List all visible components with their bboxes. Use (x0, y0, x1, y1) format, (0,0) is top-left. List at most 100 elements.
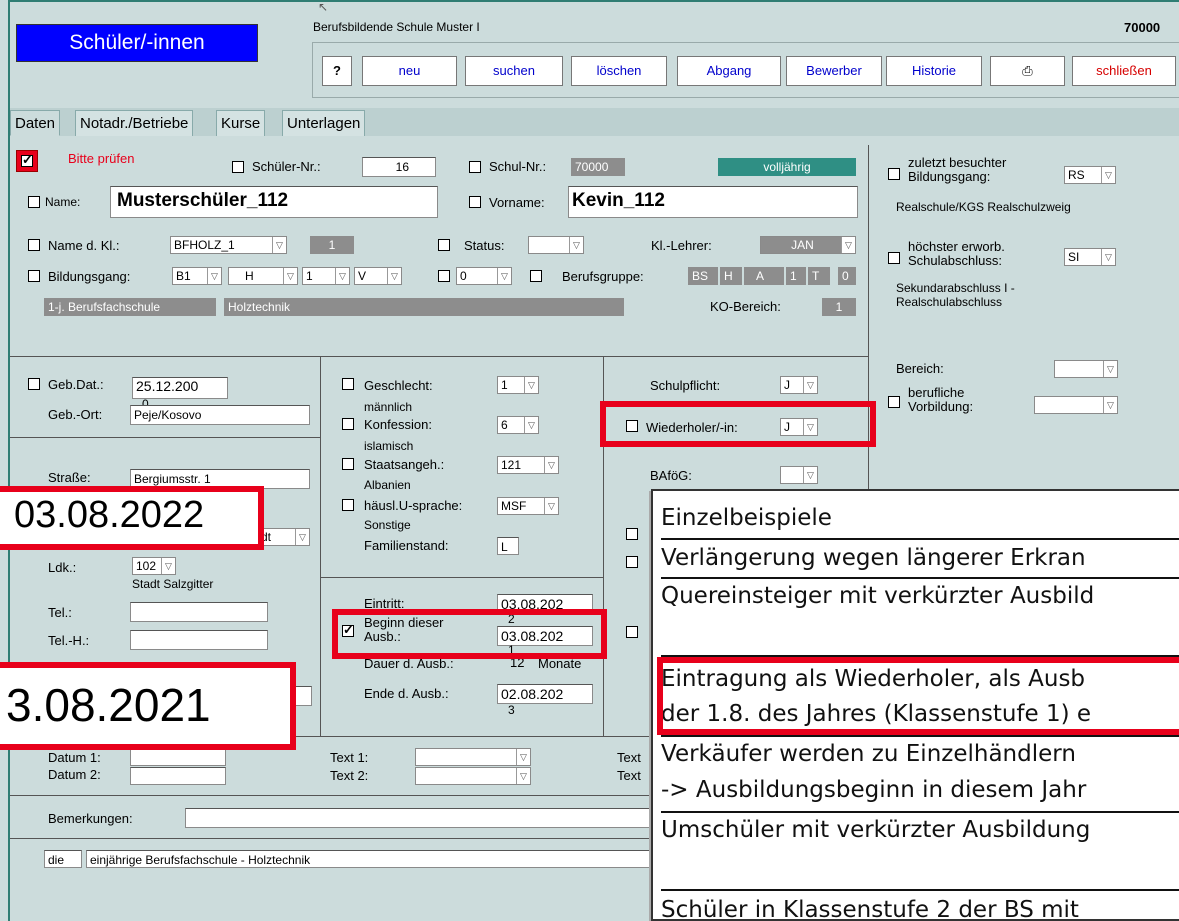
chevron-down-icon: ▽ (335, 268, 349, 284)
history-button[interactable]: Historie (886, 56, 982, 86)
gender-desc: männlich (364, 400, 413, 414)
nation-select[interactable]: 121 ▽ (497, 456, 559, 474)
tab-daten[interactable]: Daten (10, 110, 61, 136)
course-part-1[interactable]: B1 ▽ (172, 267, 222, 285)
course-part-3[interactable]: 1 ▽ (302, 267, 350, 285)
help-button[interactable]: ? (322, 56, 352, 86)
status-checkbox[interactable] (438, 239, 450, 251)
chevron-down-icon: ▽ (295, 529, 309, 545)
highlight-popup-row (657, 657, 1179, 735)
zero-value: 0 (460, 269, 467, 283)
student-nr-field[interactable]: 16 (362, 157, 436, 177)
popup-row: Umschüler mit verkürzter Ausbildung (661, 817, 1091, 843)
telh-field[interactable] (130, 630, 268, 650)
firstname-field[interactable]: Kevin_112 (568, 186, 858, 218)
ldk-select[interactable]: 102 ▽ (132, 557, 176, 575)
highest-checkbox[interactable] (888, 252, 900, 264)
text2-select[interactable]: ▽ (415, 767, 531, 785)
text1-select[interactable]: ▽ (415, 748, 531, 766)
popup-row: Einzelbeispiele (661, 505, 832, 531)
prior-select[interactable]: ▽ (1034, 396, 1118, 414)
student-nr-checkbox[interactable] (232, 161, 244, 173)
name-checkbox[interactable] (28, 196, 40, 208)
school-nr-checkbox[interactable] (469, 161, 481, 173)
class-select[interactable]: BFHOLZ_1 ▽ (170, 236, 287, 254)
bafoeg-select[interactable]: ▽ (780, 466, 818, 484)
datum2-field[interactable] (130, 767, 226, 785)
end-field[interactable]: 02.08.202 (497, 684, 593, 704)
school-nr-field: 70000 (571, 158, 625, 176)
last-course-select[interactable]: RS ▽ (1064, 166, 1116, 184)
teacher-select[interactable]: JAN ▽ (760, 236, 856, 254)
school-name: Berufsbildende Schule Muster I (313, 20, 480, 34)
tab-notadr[interactable]: Notadr./Betriebe (75, 110, 194, 136)
course-part-4[interactable]: V ▽ (354, 267, 402, 285)
religion-select[interactable]: 6 ▽ (497, 416, 539, 434)
course-part-2[interactable]: H ▽ (228, 267, 298, 285)
datum1-field[interactable] (130, 748, 226, 766)
divider (661, 735, 1179, 737)
schoolduty-select[interactable]: J ▽ (780, 376, 818, 394)
divider (320, 577, 603, 578)
language-checkbox[interactable] (342, 499, 354, 511)
tel-field[interactable] (130, 602, 268, 622)
prior-checkbox[interactable] (888, 396, 900, 408)
family-field[interactable]: L (497, 537, 519, 555)
delete-button[interactable]: löschen (571, 56, 667, 86)
zero-checkbox[interactable] (438, 270, 450, 282)
divider (661, 889, 1179, 891)
gender-value: 1 (501, 378, 508, 392)
birthplace-field[interactable]: Peje/Kosovo (130, 405, 310, 425)
zero-select[interactable]: 0 ▽ (456, 267, 512, 285)
tel-label: Tel.: (48, 605, 72, 620)
teacher-label: Kl.-Lehrer: (651, 238, 712, 253)
status-select[interactable]: ▽ (528, 236, 584, 254)
gender-checkbox[interactable] (342, 378, 354, 390)
tab-unterlagen[interactable]: Unterlagen (282, 110, 366, 136)
last-course-value: RS (1068, 168, 1085, 182)
close-button[interactable]: schließen (1072, 56, 1176, 86)
end-label: Ende d. Ausb.: (364, 686, 449, 701)
chevron-down-icon: ▽ (387, 268, 401, 284)
religion-label: Konfession: (364, 417, 432, 432)
religion-value: 6 (501, 418, 508, 432)
article-field[interactable]: die (44, 850, 82, 868)
course-checkbox[interactable] (28, 270, 40, 282)
gender-select[interactable]: 1 ▽ (497, 376, 539, 394)
prior-label-text: berufliche Vorbildung: (908, 385, 974, 414)
name-field[interactable]: Musterschüler_112 (110, 186, 438, 218)
extra-checkbox-1[interactable] (626, 528, 638, 540)
jobgroup-checkbox[interactable] (530, 270, 542, 282)
print-button[interactable]: ⎙ (990, 56, 1065, 86)
leave-button[interactable]: Abgang (677, 56, 781, 86)
divider (661, 538, 1179, 540)
firstname-checkbox[interactable] (469, 196, 481, 208)
religion-checkbox[interactable] (342, 418, 354, 430)
area-select[interactable]: ▽ (1054, 360, 1118, 378)
ldk-desc: Stadt Salzgitter (132, 577, 214, 591)
school-number: 70000 (1124, 20, 1161, 35)
class-checkbox[interactable] (28, 239, 40, 251)
chevron-down-icon: ▽ (803, 467, 817, 483)
extra-checkbox-3[interactable] (626, 626, 638, 638)
birth-field[interactable]: 25.12.200 (132, 377, 228, 399)
nation-checkbox[interactable] (342, 458, 354, 470)
course-desc-2: Holztechnik (224, 298, 624, 316)
tab-kurse[interactable]: Kurse (216, 110, 266, 136)
full-desc-field[interactable]: einjährige Berufsfachschule - Holztechni… (86, 850, 656, 868)
course-part-1-value: B1 (176, 269, 191, 283)
check-flag[interactable] (16, 150, 38, 172)
last-course-checkbox[interactable] (888, 168, 900, 180)
new-button[interactable]: neu (362, 56, 457, 86)
nation-value: 121 (501, 458, 522, 472)
schoolduty-label: Schulpflicht: (650, 378, 721, 393)
highest-select[interactable]: SI ▽ (1064, 248, 1116, 266)
search-button[interactable]: suchen (465, 56, 563, 86)
highest-label: höchster erworb. Schulabschluss: (908, 240, 1028, 268)
applicant-button[interactable]: Bewerber (786, 56, 882, 86)
birth-checkbox[interactable] (28, 378, 40, 390)
chevron-down-icon: ▽ (524, 417, 538, 433)
extra-checkbox-2[interactable] (626, 556, 638, 568)
language-select[interactable]: MSF ▽ (497, 497, 559, 515)
chevron-down-icon: ▽ (524, 377, 538, 393)
